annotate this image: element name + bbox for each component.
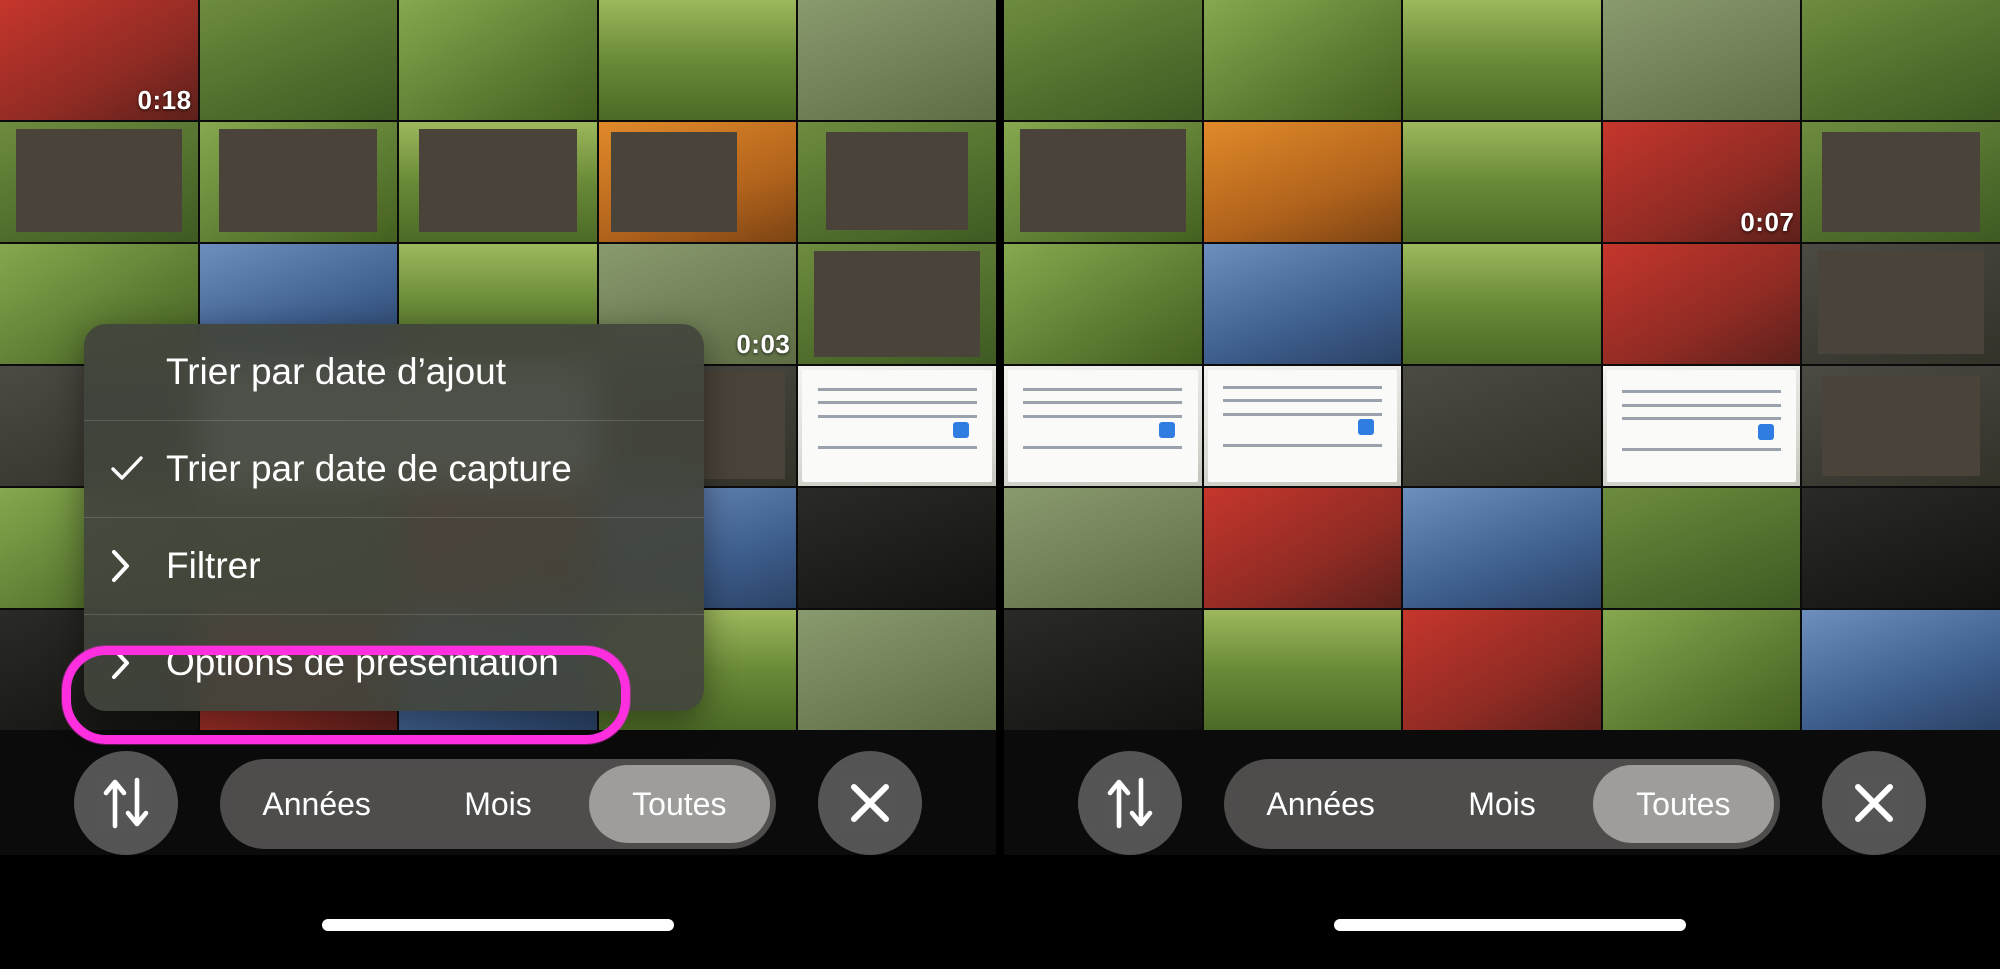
photo-thumbnail[interactable] (399, 122, 597, 242)
home-indicator (1334, 919, 1686, 931)
photo-thumbnail[interactable] (1004, 0, 1202, 120)
menu-item-label: Filtrer (166, 545, 261, 586)
photo-thumbnail[interactable] (1203, 0, 1402, 120)
photo-thumbnail[interactable] (1403, 244, 1601, 364)
photo-thumbnail[interactable] (1802, 366, 2000, 486)
left-phone-panel: 0:18 0:03 Trier par date d’ajout Trier p… (0, 0, 996, 969)
sort-arrows-icon (103, 777, 149, 829)
screenshot-root: 0:18 0:03 Trier par date d’ajout Trier p… (0, 0, 2000, 969)
segment-annees[interactable]: Années (1230, 765, 1411, 843)
photo-thumbnail[interactable] (798, 488, 996, 608)
photo-thumbnail[interactable] (1602, 0, 1801, 120)
photo-thumbnail[interactable] (1602, 244, 1801, 364)
segment-annees[interactable]: Années (226, 765, 407, 843)
home-indicator-area (1004, 855, 2000, 969)
photo-thumbnail[interactable] (1403, 0, 1601, 120)
checkmark-icon (110, 454, 166, 484)
home-indicator-area (0, 855, 996, 969)
sort-button[interactable] (74, 751, 178, 855)
photo-thumbnail[interactable] (1802, 0, 2000, 120)
menu-item-label: Trier par date d’ajout (166, 351, 507, 392)
photo-thumbnail[interactable] (798, 122, 996, 242)
photo-thumbnail[interactable] (1802, 488, 2000, 608)
sort-context-menu: Trier par date d’ajout Trier par date de… (84, 324, 704, 711)
close-button[interactable] (818, 751, 922, 855)
photo-thumbnail[interactable] (798, 610, 996, 730)
menu-item-options-de-presentation[interactable]: Options de présentation (84, 615, 704, 711)
photo-thumbnail[interactable] (399, 0, 597, 120)
photo-thumbnail[interactable] (0, 122, 198, 242)
video-duration-badge: 0:18 (137, 85, 192, 115)
close-button[interactable] (1822, 751, 1926, 855)
photo-thumbnail[interactable] (798, 366, 996, 486)
photo-thumbnail[interactable] (1403, 488, 1601, 608)
segment-mois[interactable]: Mois (407, 765, 588, 843)
photo-thumbnail[interactable] (1203, 122, 1402, 242)
bottom-toolbar-left: Années Mois Toutes (0, 751, 996, 855)
menu-item-label: Options de présentation (166, 642, 559, 683)
photo-thumbnail[interactable] (1802, 122, 2000, 242)
photo-thumbnail[interactable] (1203, 244, 1402, 364)
time-scope-segmented-control[interactable]: Années Mois Toutes (220, 759, 776, 849)
photo-grid-right: 0:07 (1004, 0, 2000, 855)
chevron-right-icon (110, 646, 166, 680)
menu-item-sort-by-date-added[interactable]: Trier par date d’ajout (84, 324, 704, 420)
close-icon (1855, 784, 1893, 822)
home-indicator (322, 919, 674, 931)
right-phone-panel: 0:07 Années Mois Toutes (1004, 0, 2000, 969)
video-duration-badge: 0:07 (1740, 207, 1795, 237)
photo-thumbnail[interactable] (1602, 488, 1801, 608)
photo-thumbnail[interactable] (1203, 610, 1402, 730)
segment-mois[interactable]: Mois (1411, 765, 1592, 843)
photo-thumbnail[interactable] (1403, 122, 1601, 242)
photo-thumbnail[interactable] (199, 122, 398, 242)
bottom-toolbar-right: Années Mois Toutes (1004, 751, 2000, 855)
photo-thumbnail[interactable] (1004, 610, 1202, 730)
photo-thumbnail[interactable] (199, 0, 398, 120)
panel-divider (996, 0, 1004, 969)
close-icon (851, 784, 889, 822)
photo-thumbnail[interactable] (1802, 244, 2000, 364)
sort-arrows-icon (1107, 777, 1153, 829)
photo-thumbnail[interactable] (798, 244, 996, 364)
photo-thumbnail[interactable] (1403, 366, 1601, 486)
photo-thumbnail[interactable] (1602, 366, 1801, 486)
menu-item-label: Trier par date de capture (166, 448, 572, 489)
photo-thumbnail[interactable] (1802, 610, 2000, 730)
photo-thumbnail[interactable] (1004, 366, 1202, 486)
photo-thumbnail[interactable] (798, 0, 996, 120)
photo-thumbnail[interactable]: 0:18 (0, 0, 198, 120)
time-scope-segmented-control[interactable]: Années Mois Toutes (1224, 759, 1780, 849)
photo-thumbnail[interactable] (1004, 244, 1202, 364)
video-duration-badge: 0:03 (736, 329, 791, 359)
sort-button[interactable] (1078, 751, 1182, 855)
photo-thumbnail[interactable] (1203, 366, 1402, 486)
menu-item-filtrer[interactable]: Filtrer (84, 518, 704, 614)
photo-thumbnail[interactable] (598, 0, 797, 120)
segment-toutes[interactable]: Toutes (1592, 765, 1774, 843)
photo-thumbnail[interactable] (1403, 610, 1601, 730)
photo-thumbnail[interactable] (1004, 122, 1202, 242)
menu-item-sort-by-capture-date[interactable]: Trier par date de capture (84, 421, 704, 517)
photo-thumbnail[interactable] (1004, 488, 1202, 608)
photo-thumbnail[interactable]: 0:07 (1602, 122, 1801, 242)
chevron-right-icon (110, 549, 166, 583)
photo-thumbnail[interactable] (1203, 488, 1402, 608)
segment-toutes[interactable]: Toutes (588, 765, 770, 843)
photo-thumbnail[interactable] (1602, 610, 1801, 730)
photo-thumbnail[interactable] (598, 122, 797, 242)
